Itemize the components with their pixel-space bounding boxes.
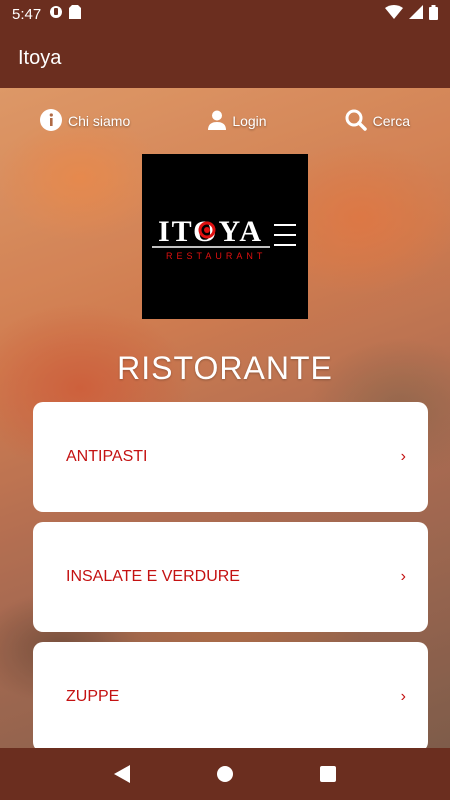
wifi-icon <box>385 5 403 23</box>
category-label: ZUPPE <box>66 688 120 705</box>
back-button[interactable] <box>107 759 137 789</box>
user-icon <box>208 110 227 133</box>
app-bar: Itoya <box>0 28 450 88</box>
recents-icon <box>320 766 337 782</box>
restaurant-logo: ITOYA RESTAURANT <box>142 154 308 319</box>
svg-text:RESTAURANT: RESTAURANT <box>166 251 266 261</box>
search-icon <box>345 109 367 134</box>
top-menu: Chi siamo Login Cerca <box>0 106 450 136</box>
home-icon <box>216 766 233 782</box>
main-content: Chi siamo Login Cerca ITOYA RESTAURANT R <box>0 88 450 748</box>
app-title: Itoya <box>18 46 62 69</box>
battery-icon <box>429 4 438 24</box>
svg-text:ITOYA: ITOYA <box>158 215 263 248</box>
category-label: ANTIPASTI <box>66 448 148 465</box>
search-button[interactable]: Cerca <box>345 106 410 136</box>
status-time: 5:47 <box>12 5 42 23</box>
login-label: Login <box>232 113 267 129</box>
notification-icon <box>49 5 63 23</box>
search-label: Cerca <box>372 113 410 129</box>
chevron-right-icon: › <box>400 448 406 465</box>
status-bar: 5:47 <box>0 0 450 28</box>
chevron-right-icon: › <box>400 688 406 705</box>
chevron-right-icon: › <box>400 568 406 585</box>
category-insalate-e-verdure[interactable]: INSALATE E VERDURE › <box>33 522 428 632</box>
system-nav-bar <box>0 748 450 800</box>
category-zuppe[interactable]: ZUPPE › <box>33 642 428 748</box>
info-icon <box>40 108 62 134</box>
about-label: Chi siamo <box>68 113 131 129</box>
section-title: RISTORANTE <box>117 350 333 386</box>
signal-icon <box>409 5 423 23</box>
about-button[interactable]: Chi siamo <box>40 106 130 136</box>
login-button[interactable]: Login <box>208 106 267 136</box>
home-button[interactable] <box>210 759 240 789</box>
recents-button[interactable] <box>313 759 343 789</box>
category-label: INSALATE E VERDURE <box>66 568 240 585</box>
back-icon <box>113 765 130 783</box>
sim-card-icon <box>69 5 82 23</box>
category-antipasti[interactable]: ANTIPASTI › <box>33 402 428 512</box>
